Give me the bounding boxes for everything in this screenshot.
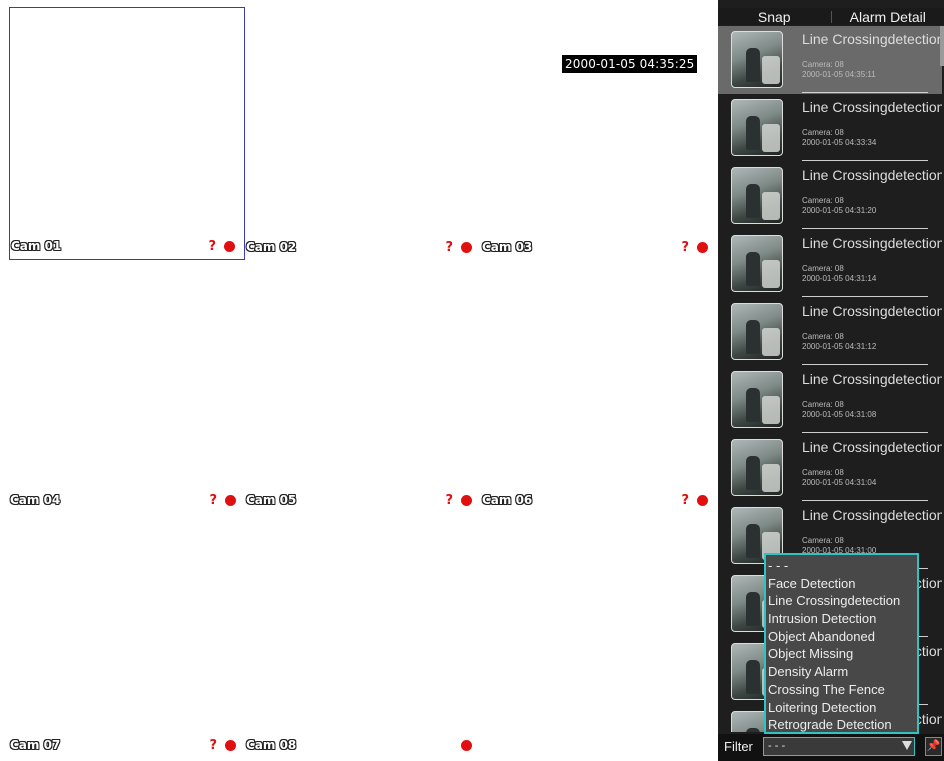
alarm-list-item[interactable]: Line Crossingdetection Camera: 08 2000-01-… [718,366,942,434]
filter-label: Filter [724,739,753,754]
camera-label: Cam 02 [246,240,297,254]
status-unknown-icon: ? [681,240,689,255]
alarm-title: Line Crossingdetection [802,303,942,319]
tab-alarm-detail[interactable]: Alarm Detail [832,9,944,25]
camera-label: Cam 07 [10,738,61,752]
alarm-title: Line Crossingdetection [802,99,942,115]
filter-option[interactable]: - - - [766,557,917,575]
alarm-time: 2000-01-05 04:35:11 [802,70,876,79]
filter-option[interactable]: Object Missing [766,645,917,663]
snapshot-thumbnail [731,31,783,88]
scrollbar-thumb[interactable] [940,26,944,66]
alarm-list-item[interactable]: Line Crossingdetection Camera: 08 2000-01-… [718,298,942,366]
camera-cell-07[interactable]: Cam 07 ? [9,505,245,758]
alarm-divider [802,364,928,365]
datetime-overlay: 2000-01-05 04:35:25 [562,55,698,73]
snapshot-thumbnail [731,235,783,292]
record-indicator-icon [461,740,472,751]
filter-select-value: - - - [768,740,786,752]
snapshot-thumbnail [731,371,783,428]
filter-bar: Filter - - - 📌 [718,734,944,761]
panel-tabs: Snap Alarm Detail [718,8,944,25]
alarm-title: Line Crossingdetection [802,235,942,251]
pin-button[interactable]: 📌 [925,737,942,756]
alarm-title: Line Crossingdetection [802,507,942,523]
camera-label: Cam 03 [482,240,533,254]
record-indicator-icon [697,242,708,253]
alarm-time: 2000-01-05 04:31:14 [802,274,877,283]
alarm-list-item[interactable]: Line Crossingdetection Camera: 08 2000-01-… [718,162,942,230]
alarm-camera: Camera: 08 [802,400,844,409]
status-unknown-icon: ? [209,738,217,753]
camera-cell-03[interactable]: Cam 03 ? [481,7,717,260]
alarm-camera: Camera: 08 [802,60,844,69]
dropdown-arrow-icon[interactable] [902,741,912,750]
alarm-divider [802,432,928,433]
record-indicator-icon [225,740,236,751]
alarm-divider [802,92,928,93]
filter-select[interactable]: - - - [763,737,915,756]
alarm-divider [802,160,928,161]
alarm-time: 2000-01-05 04:31:08 [802,410,877,419]
pin-icon: 📌 [926,740,941,752]
filter-option[interactable]: Crossing The Fence [766,681,917,699]
camera-cell-02[interactable]: Cam 02 ? [245,7,481,260]
alarm-camera: Camera: 08 [802,536,844,545]
filter-option[interactable]: Retrograde Detection [766,716,917,734]
filter-option[interactable]: Object Abandoned [766,628,917,646]
camera-cell-05[interactable]: Cam 05 ? [245,260,481,513]
snapshot-thumbnail [731,167,783,224]
camera-label: Cam 08 [246,738,297,752]
status-unknown-icon: ? [208,239,216,254]
alarm-list-item[interactable]: Line Crossingdetection Camera: 08 2000-01-… [718,94,942,162]
status-unknown-icon: ? [681,493,689,508]
alarm-camera: Camera: 08 [802,264,844,273]
alarm-title: Line Crossingdetection [802,439,942,455]
alarm-time: 2000-01-05 04:33:34 [802,138,877,147]
snapshot-thumbnail [731,439,783,496]
filter-option[interactable]: Face Detection [766,575,917,593]
tab-snap[interactable]: Snap [718,9,831,25]
alarm-divider [802,228,928,229]
alarm-time: 2000-01-05 04:31:20 [802,206,877,215]
filter-dropdown-menu: - - - Face Detection Line Crossingdetectio… [764,553,919,734]
alarm-title: Line Crossingdetection [802,371,942,387]
record-indicator-icon [461,242,472,253]
filter-option[interactable]: Line Crossingdetection [766,592,917,610]
alarm-camera: Camera: 08 [802,468,844,477]
filter-option[interactable]: Density Alarm [766,663,917,681]
camera-cell-06[interactable]: Cam 06 ? [481,260,717,513]
alarm-camera: Camera: 08 [802,332,844,341]
alarm-title: Line Crossingdetection [802,167,942,183]
camera-label: Cam 06 [482,493,533,507]
record-indicator-icon [697,495,708,506]
camera-cell-01[interactable]: Cam 01 ? [9,7,245,260]
alarm-list-item[interactable]: Line Crossingdetection Camera: 08 2000-01-… [718,230,942,298]
alarm-camera: Camera: 08 [802,128,844,137]
snapshot-thumbnail [731,99,783,156]
alarm-time: 2000-01-05 04:31:12 [802,342,877,351]
alarm-list-item[interactable]: Line Crossingdetection Camera: 08 2000-01-… [718,26,942,94]
camera-label: Cam 01 [11,239,62,253]
filter-option[interactable]: Loitering Detection [766,699,917,717]
camera-cell-08[interactable]: Cam 08 [245,505,481,758]
status-unknown-icon: ? [445,240,453,255]
camera-cell-04[interactable]: Cam 04 ? [9,260,245,513]
alarm-title: Line Crossingdetection [802,31,942,47]
filter-option[interactable]: Intrusion Detection [766,610,917,628]
alarm-camera: Camera: 08 [802,196,844,205]
snapshot-thumbnail [731,303,783,360]
alarm-divider [802,500,928,501]
alarm-divider [802,296,928,297]
alarm-list-item[interactable]: Line Crossingdetection Camera: 08 2000-01-… [718,434,942,502]
alarm-time: 2000-01-05 04:31:04 [802,478,877,487]
record-indicator-icon [224,241,235,252]
